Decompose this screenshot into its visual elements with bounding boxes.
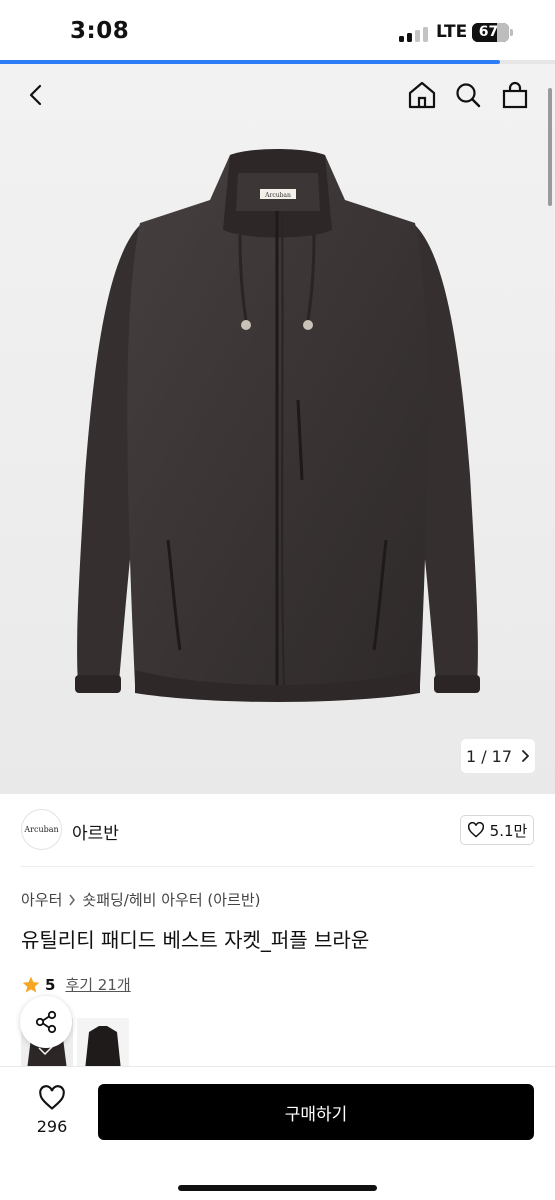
shopping-bag-icon xyxy=(502,81,528,109)
wishlist-count: 296 xyxy=(36,1117,68,1136)
share-icon xyxy=(35,1010,57,1034)
jacket-thumbnail-image xyxy=(77,1018,129,1070)
brand-name[interactable]: 아르반 xyxy=(72,819,119,844)
brand-like-count: 5.1만 xyxy=(489,821,528,840)
image-counter-text: 1 / 17 xyxy=(465,746,513,766)
jacket-label-text: Arcuban xyxy=(264,192,291,199)
home-indicator xyxy=(178,1185,377,1191)
review-link[interactable]: 후기 21개 xyxy=(65,974,130,995)
breadcrumb-item-outer[interactable]: 아우터 xyxy=(21,889,62,910)
search-button[interactable] xyxy=(451,78,485,112)
chevron-right-icon xyxy=(69,894,76,905)
product-title: 유틸리티 패디드 베스트 자켓_퍼플 브라운 xyxy=(21,928,370,952)
bottom-action-bar: 296 구매하기 xyxy=(0,1066,555,1200)
brand-logo-text: Arcuban xyxy=(24,825,59,834)
heart-icon xyxy=(39,1085,65,1110)
product-image-gallery[interactable]: Arcuban 1 / 17 xyxy=(0,64,555,794)
chevron-left-icon xyxy=(29,84,42,106)
heart-icon xyxy=(467,822,484,838)
brand-like-button[interactable]: 5.1만 xyxy=(460,815,534,845)
cart-button[interactable] xyxy=(498,78,532,112)
chevron-right-icon xyxy=(522,750,529,762)
status-bar: 3:08 LTE 67 xyxy=(0,0,555,62)
back-button[interactable] xyxy=(20,78,54,112)
star-icon xyxy=(22,976,40,992)
status-time: 3:08 xyxy=(70,18,130,44)
rating-value: 5 xyxy=(45,975,56,994)
share-button[interactable] xyxy=(20,996,72,1048)
product-image-jacket: Arcuban xyxy=(75,149,480,702)
scrollbar[interactable] xyxy=(548,88,552,206)
color-option-thumbnail[interactable] xyxy=(77,1018,129,1070)
divider xyxy=(21,866,534,867)
breadcrumb: 아우터 숏패딩/헤비 아우터 (아르반) xyxy=(21,889,261,910)
battery-icon: 67 xyxy=(472,23,509,42)
signal-icon xyxy=(399,26,429,42)
network-type: LTE xyxy=(436,22,468,42)
search-icon xyxy=(456,83,481,108)
battery-percent: 67 xyxy=(478,24,499,40)
brand-logo[interactable]: Arcuban xyxy=(21,809,62,850)
image-counter[interactable]: 1 / 17 xyxy=(461,739,535,773)
battery-cap xyxy=(510,29,513,36)
home-icon xyxy=(408,81,436,109)
rating: 5 후기 21개 xyxy=(21,974,131,995)
home-button[interactable] xyxy=(405,78,439,112)
buy-button[interactable]: 구매하기 xyxy=(98,1084,534,1140)
breadcrumb-item-category[interactable]: 숏패딩/헤비 아우터 (아르반) xyxy=(82,889,260,910)
wishlist-button[interactable]: 296 xyxy=(22,1085,82,1145)
